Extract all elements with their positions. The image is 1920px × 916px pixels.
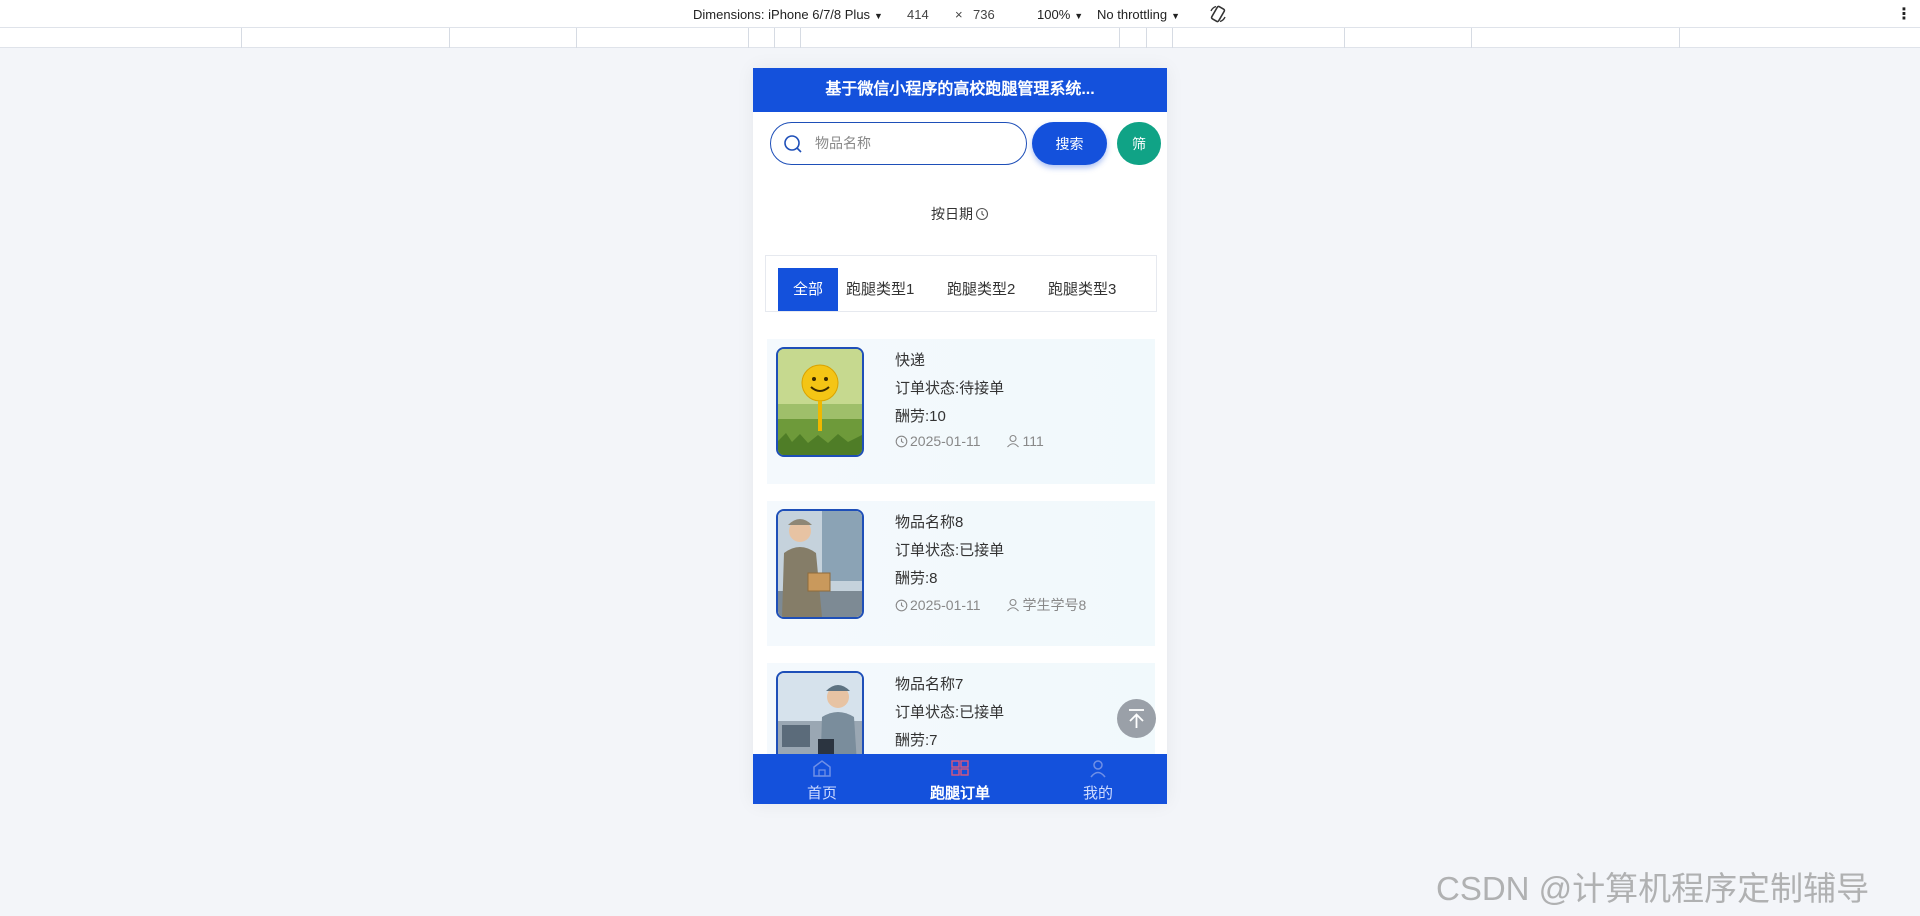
- tabbar-orders-label: 跑腿订单: [929, 785, 990, 802]
- order-status: 订单状态:已接单: [895, 542, 1005, 559]
- category-tabs: 全部 跑腿类型1 跑腿类型2 跑腿类型3: [765, 255, 1157, 312]
- order-reward: 酬劳:10: [895, 408, 946, 425]
- order-status: 订单状态:待接单: [895, 380, 1005, 397]
- sort-label: 按日期: [931, 206, 973, 222]
- tab-type-2[interactable]: 跑腿类型2: [943, 268, 1019, 311]
- search-box[interactable]: [770, 122, 1027, 165]
- rotate-icon[interactable]: [1208, 4, 1228, 24]
- caret-down-icon: ▼: [1171, 11, 1181, 21]
- sort-by-date[interactable]: 按日期: [753, 204, 1167, 224]
- width-input[interactable]: 414: [907, 7, 929, 22]
- throttling-label: No throttling: [1097, 7, 1168, 22]
- user-icon: [1087, 758, 1109, 778]
- search-button[interactable]: 搜索: [1032, 122, 1107, 165]
- user-icon: [1006, 434, 1020, 451]
- tab-all[interactable]: 全部: [778, 268, 838, 311]
- home-icon: [811, 758, 833, 778]
- tab-type-3[interactable]: 跑腿类型3: [1044, 268, 1120, 311]
- device-label: Dimensions: iPhone 6/7/8 Plus: [693, 7, 871, 22]
- caret-down-icon: ▼: [874, 11, 883, 21]
- order-card[interactable]: 快递 订单状态:待接单 酬劳:10 2025-01-11 111: [767, 339, 1155, 484]
- order-reward: 酬劳:8: [895, 570, 938, 587]
- devtools-toolbar: Dimensions: iPhone 6/7/8 Plus ▼ 414 × 736…: [0, 0, 1920, 28]
- caret-down-icon: ▼: [1074, 11, 1084, 21]
- clock-icon: [895, 599, 908, 615]
- order-status: 订单状态:已接单: [895, 704, 1005, 721]
- phone-viewport: 基于微信小程序的高校跑腿管理系统... 搜索 筛 按日期 全部 跑腿类型1 跑腿…: [753, 68, 1167, 804]
- order-image-smiley: [776, 347, 864, 457]
- order-meta: 2025-01-11 111: [895, 433, 1044, 451]
- order-name: 物品名称8: [895, 514, 964, 531]
- search-icon: [783, 134, 803, 154]
- filter-button[interactable]: 筛: [1117, 122, 1161, 165]
- zoom-select[interactable]: 100% ▼: [1037, 7, 1083, 22]
- order-name: 物品名称7: [895, 676, 964, 693]
- height-input[interactable]: 736: [973, 7, 995, 22]
- order-date: 2025-01-11: [910, 597, 981, 613]
- order-reward: 酬劳:7: [895, 732, 938, 749]
- tabbar-home[interactable]: 首页: [753, 754, 891, 804]
- history-icon: [975, 207, 989, 224]
- media-query-ruler: [0, 28, 1920, 48]
- order-date: 2025-01-11: [910, 433, 981, 449]
- throttling-select[interactable]: No throttling ▼: [1097, 7, 1180, 22]
- more-options-icon[interactable]: ⋮: [1896, 4, 1912, 24]
- user-icon: [1006, 598, 1020, 615]
- tabbar-orders[interactable]: 跑腿订单: [891, 754, 1029, 804]
- times-symbol: ×: [955, 7, 963, 22]
- tabbar-mine[interactable]: 我的: [1029, 754, 1167, 804]
- order-grid-icon: [949, 758, 971, 778]
- tabbar-mine-label: 我的: [1082, 785, 1113, 802]
- arrow-up-icon: [1129, 709, 1144, 728]
- device-dimensions-select[interactable]: Dimensions: iPhone 6/7/8 Plus ▼: [693, 7, 883, 22]
- order-name: 快递: [895, 352, 926, 369]
- back-to-top-button[interactable]: [1117, 699, 1156, 738]
- search-input[interactable]: [815, 123, 1015, 163]
- zoom-label: 100%: [1037, 7, 1071, 22]
- order-card[interactable]: 物品名称8 订单状态:已接单 酬劳:8 2025-01-11 学生学号8: [767, 501, 1155, 646]
- order-image-courier-box: [776, 509, 864, 619]
- page-title: 基于微信小程序的高校跑腿管理系统...: [753, 68, 1167, 112]
- csdn-watermark: CSDN @计算机程序定制辅导: [1436, 870, 1870, 907]
- order-meta: 2025-01-11 学生学号8: [895, 595, 1086, 615]
- tab-type-1[interactable]: 跑腿类型1: [842, 268, 918, 311]
- tabbar-home-label: 首页: [806, 785, 837, 802]
- bottom-tabbar: 首页 跑腿订单 我的: [753, 754, 1167, 804]
- clock-icon: [895, 435, 908, 451]
- order-user: 111: [1022, 433, 1044, 449]
- order-user: 学生学号8: [1022, 597, 1087, 613]
